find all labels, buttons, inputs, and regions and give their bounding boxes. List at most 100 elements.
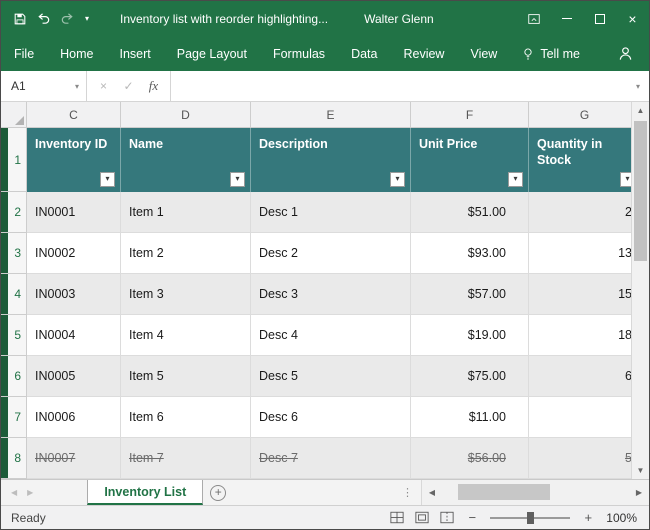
maximize-button[interactable] (583, 1, 616, 36)
cell-name[interactable]: Item 5 (121, 356, 251, 397)
cell-inventory-id[interactable]: IN0002 (27, 233, 121, 274)
zoom-slider[interactable] (490, 517, 570, 519)
zoom-in-button[interactable]: + (581, 510, 595, 525)
row-header-1[interactable]: 1 (1, 128, 27, 192)
cell-inventory-id[interactable]: IN0006 (27, 397, 121, 438)
cell-description[interactable]: Desc 1 (251, 192, 411, 233)
cell-description[interactable]: Desc 5 (251, 356, 411, 397)
filter-dropdown-button[interactable]: ▾ (100, 172, 115, 187)
filter-dropdown-button[interactable]: ▾ (620, 172, 631, 187)
cell-quantity[interactable] (529, 397, 631, 438)
minimize-button[interactable] (550, 1, 583, 36)
cell-description[interactable]: Desc 3 (251, 274, 411, 315)
cell-quantity[interactable]: 5 (529, 438, 631, 479)
close-button[interactable]: × (616, 1, 649, 36)
save-button[interactable] (8, 7, 31, 30)
table-header-inventory-id[interactable]: Inventory ID ▾ (27, 128, 121, 192)
undo-button[interactable] (32, 7, 55, 30)
column-header-c[interactable]: C (27, 102, 121, 128)
scroll-right-icon[interactable]: ▶ (629, 480, 649, 505)
cell-name[interactable]: Item 6 (121, 397, 251, 438)
vertical-scrollbar-thumb[interactable] (634, 121, 647, 261)
row-header-7[interactable]: 7 (1, 397, 27, 438)
name-box[interactable]: A1 ▾ (1, 71, 87, 101)
tab-view[interactable]: View (457, 36, 510, 71)
filter-dropdown-button[interactable]: ▾ (390, 172, 405, 187)
cancel-entry-button[interactable]: × (91, 79, 116, 93)
expand-formula-bar-button[interactable]: ▾ (627, 71, 649, 101)
cell-inventory-id[interactable]: IN0005 (27, 356, 121, 397)
tell-me-box[interactable]: Tell me (510, 47, 592, 61)
cell-unit-price[interactable]: $93.00 (411, 233, 529, 274)
row-header-8[interactable]: 8 (1, 438, 27, 479)
select-all-corner[interactable] (1, 102, 27, 128)
cell-description[interactable]: Desc 4 (251, 315, 411, 356)
column-header-g[interactable]: G (529, 102, 631, 128)
redo-button[interactable] (56, 7, 79, 30)
cell-unit-price[interactable]: $19.00 (411, 315, 529, 356)
column-header-d[interactable]: D (121, 102, 251, 128)
cell-inventory-id[interactable]: IN0007 (27, 438, 121, 479)
scroll-down-icon[interactable]: ▼ (632, 462, 649, 479)
tab-formulas[interactable]: Formulas (260, 36, 338, 71)
cell-unit-price[interactable]: $56.00 (411, 438, 529, 479)
scroll-left-icon[interactable]: ◀ (422, 480, 442, 505)
cell-quantity[interactable]: 6 (529, 356, 631, 397)
column-header-f[interactable]: F (411, 102, 529, 128)
filter-dropdown-button[interactable]: ▾ (508, 172, 523, 187)
cell-unit-price[interactable]: $75.00 (411, 356, 529, 397)
cell-quantity[interactable]: 18 (529, 315, 631, 356)
row-header-4[interactable]: 4 (1, 274, 27, 315)
name-box-caret-icon[interactable]: ▾ (75, 82, 86, 91)
next-sheet-icon[interactable]: ▶ (27, 488, 33, 497)
cell-quantity[interactable]: 13 (529, 233, 631, 274)
cell-name[interactable]: Item 2 (121, 233, 251, 274)
filter-dropdown-button[interactable]: ▾ (230, 172, 245, 187)
scroll-up-icon[interactable]: ▲ (632, 102, 649, 119)
tab-insert[interactable]: Insert (107, 36, 164, 71)
new-sheet-button[interactable]: + (203, 480, 233, 505)
zoom-out-button[interactable]: − (465, 510, 479, 525)
cell-name[interactable]: Item 3 (121, 274, 251, 315)
horizontal-scrollbar-track[interactable] (442, 480, 629, 505)
table-header-quantity[interactable]: Quantity in Stock ▾ (529, 128, 631, 192)
page-break-view-button[interactable] (440, 511, 454, 524)
confirm-entry-button[interactable]: ✓ (116, 79, 141, 93)
insert-function-button[interactable]: fx (141, 78, 166, 94)
cell-inventory-id[interactable]: IN0003 (27, 274, 121, 315)
cell-description[interactable]: Desc 2 (251, 233, 411, 274)
cell-name[interactable]: Item 1 (121, 192, 251, 233)
row-header-2[interactable]: 2 (1, 192, 27, 233)
cell-unit-price[interactable]: $11.00 (411, 397, 529, 438)
tab-data[interactable]: Data (338, 36, 390, 71)
customize-qat-button[interactable]: ▾ (80, 14, 94, 23)
cell-name[interactable]: Item 7 (121, 438, 251, 479)
table-header-name[interactable]: Name ▾ (121, 128, 251, 192)
cell-quantity[interactable]: 15 (529, 274, 631, 315)
table-header-description[interactable]: Description ▾ (251, 128, 411, 192)
row-header-5[interactable]: 5 (1, 315, 27, 356)
cell-unit-price[interactable]: $51.00 (411, 192, 529, 233)
zoom-level[interactable]: 100% (606, 511, 637, 525)
normal-view-button[interactable] (390, 511, 404, 524)
ribbon-display-options-button[interactable] (517, 1, 550, 36)
row-header-6[interactable]: 6 (1, 356, 27, 397)
page-layout-view-button[interactable] (415, 511, 429, 524)
table-header-unit-price[interactable]: Unit Price ▾ (411, 128, 529, 192)
horizontal-scrollbar-thumb[interactable] (458, 484, 550, 500)
cell-description[interactable]: Desc 7 (251, 438, 411, 479)
cell-name[interactable]: Item 4 (121, 315, 251, 356)
tab-home[interactable]: Home (47, 36, 106, 71)
previous-sheet-icon[interactable]: ◀ (11, 488, 17, 497)
cell-inventory-id[interactable]: IN0001 (27, 192, 121, 233)
cell-unit-price[interactable]: $57.00 (411, 274, 529, 315)
sheet-tab-inventory-list[interactable]: Inventory List (87, 480, 203, 505)
tabbar-resize-handle[interactable]: ⋮ (394, 480, 421, 505)
cell-inventory-id[interactable]: IN0004 (27, 315, 121, 356)
vertical-scrollbar[interactable]: ▲ ▼ (631, 102, 649, 479)
zoom-slider-thumb[interactable] (527, 512, 534, 524)
horizontal-scrollbar[interactable]: ◀ ▶ (421, 480, 649, 505)
cell-quantity[interactable]: 2 (529, 192, 631, 233)
row-header-3[interactable]: 3 (1, 233, 27, 274)
tab-file[interactable]: File (1, 36, 47, 71)
